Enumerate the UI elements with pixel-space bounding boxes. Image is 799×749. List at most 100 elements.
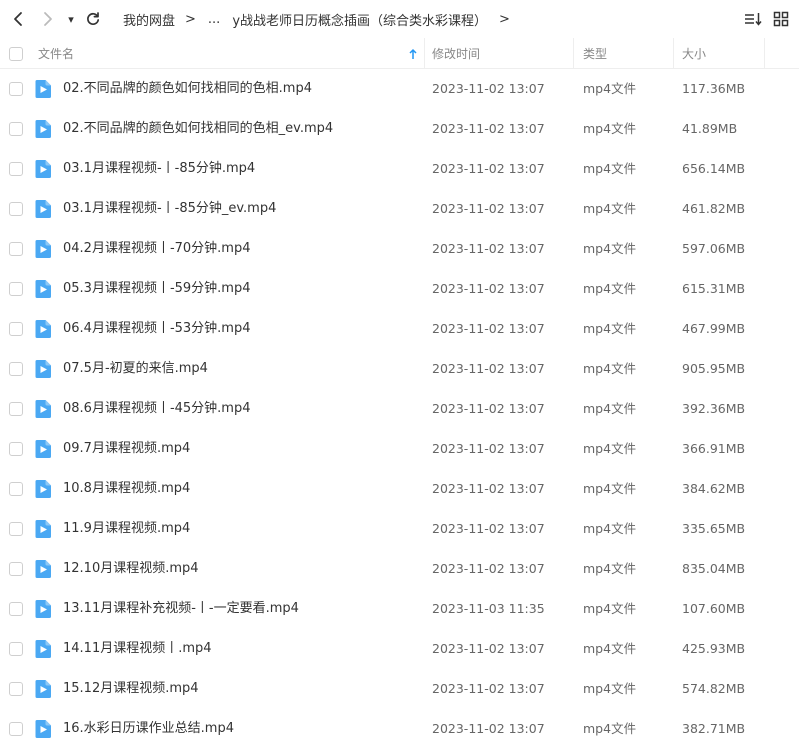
file-row[interactable]: 12.10月课程视频.mp4 2023-11-02 13:07 mp4文件 835.0…	[0, 549, 799, 589]
file-name[interactable]: 13.11月课程补充视频-丨-一定要看.mp4	[63, 589, 299, 629]
file-row[interactable]: 05.3月课程视频丨-59分钟.mp4 2023-11-02 13:07 mp4文件…	[0, 269, 799, 309]
breadcrumb: 我的网盘 > ... y战战老师日历概念插画（综合类水彩课程） >	[123, 0, 522, 38]
file-row[interactable]: 11.9月课程视频.mp4 2023-11-02 13:07 mp4文件 335.65…	[0, 509, 799, 549]
file-type: mp4文件	[583, 641, 637, 656]
file-name[interactable]: 08.6月课程视频丨-45分钟.mp4	[63, 389, 251, 429]
row-checkbox[interactable]	[9, 362, 23, 376]
file-name[interactable]: 03.1月课程视频-丨-85分钟.mp4	[63, 149, 255, 189]
file-size: 335.65MB	[682, 521, 746, 536]
file-row[interactable]: 09.7月课程视频.mp4 2023-11-02 13:07 mp4文件 366.91…	[0, 429, 799, 469]
video-file-icon	[35, 640, 51, 658]
column-divider[interactable]	[573, 38, 574, 69]
file-type: mp4文件	[583, 161, 637, 176]
sort-list-icon	[745, 13, 762, 26]
column-modified-label: 修改时间	[432, 47, 481, 61]
row-checkbox[interactable]	[9, 242, 23, 256]
row-checkbox[interactable]	[9, 722, 23, 736]
file-modified-time: 2023-11-02 13:07	[432, 481, 545, 496]
column-name-label: 文件名	[38, 47, 75, 61]
file-name[interactable]: 05.3月课程视频丨-59分钟.mp4	[63, 269, 251, 309]
column-divider[interactable]	[673, 38, 674, 69]
file-row[interactable]: 13.11月课程补充视频-丨-一定要看.mp4 2023-11-03 11:35 m…	[0, 589, 799, 629]
file-modified-time: 2023-11-02 13:07	[432, 281, 545, 296]
file-size: 656.14MB	[682, 161, 746, 176]
file-name[interactable]: 06.4月课程视频丨-53分钟.mp4	[63, 309, 251, 349]
breadcrumb-root[interactable]: 我的网盘	[123, 10, 175, 29]
file-modified-time: 2023-11-02 13:07	[432, 241, 545, 256]
file-type: mp4文件	[583, 481, 637, 496]
refresh-button[interactable]	[80, 6, 106, 32]
file-row[interactable]: 10.8月课程视频.mp4 2023-11-02 13:07 mp4文件 384.62…	[0, 469, 799, 509]
video-file-icon	[35, 80, 51, 98]
row-checkbox[interactable]	[9, 162, 23, 176]
row-checkbox[interactable]	[9, 442, 23, 456]
row-checkbox[interactable]	[9, 202, 23, 216]
row-checkbox[interactable]	[9, 82, 23, 96]
file-name[interactable]: 07.5月-初夏的来信.mp4	[63, 349, 208, 389]
column-size-label: 大小	[682, 47, 707, 61]
file-name[interactable]: 02.不同品牌的颜色如何找相同的色相_ev.mp4	[63, 109, 333, 149]
row-checkbox[interactable]	[9, 282, 23, 296]
file-row[interactable]: 02.不同品牌的颜色如何找相同的色相_ev.mp4 2023-11-02 13:0…	[0, 109, 799, 149]
file-row[interactable]: 15.12月课程视频.mp4 2023-11-02 13:07 mp4文件 574.8…	[0, 669, 799, 709]
file-size: 461.82MB	[682, 201, 746, 216]
file-row[interactable]: 03.1月课程视频-丨-85分钟.mp4 2023-11-02 13:07 mp4文…	[0, 149, 799, 189]
back-button[interactable]	[5, 6, 31, 32]
file-name[interactable]: 12.10月课程视频.mp4	[63, 549, 199, 589]
column-size[interactable]: 大小	[682, 38, 706, 69]
grid-view-button[interactable]	[768, 6, 794, 32]
forward-button[interactable]	[35, 6, 61, 32]
row-checkbox[interactable]	[9, 682, 23, 696]
breadcrumb-ellipsis[interactable]: ...	[208, 12, 220, 27]
row-checkbox[interactable]	[9, 562, 23, 576]
file-row[interactable]: 07.5月-初夏的来信.mp4 2023-11-02 13:07 mp4文件 905.…	[0, 349, 799, 389]
file-name[interactable]: 10.8月课程视频.mp4	[63, 469, 190, 509]
row-checkbox[interactable]	[9, 482, 23, 496]
file-name[interactable]: 11.9月课程视频.mp4	[63, 509, 190, 549]
file-type: mp4文件	[583, 681, 637, 696]
file-name[interactable]: 03.1月课程视频-丨-85分钟_ev.mp4	[63, 189, 276, 229]
row-checkbox[interactable]	[9, 522, 23, 536]
file-name[interactable]: 09.7月课程视频.mp4	[63, 429, 190, 469]
column-divider[interactable]	[424, 38, 425, 69]
video-file-icon	[35, 320, 51, 338]
file-modified-time: 2023-11-02 13:07	[432, 721, 545, 736]
row-checkbox[interactable]	[9, 322, 23, 336]
file-size: 597.06MB	[682, 241, 746, 256]
file-name[interactable]: 15.12月课程视频.mp4	[63, 669, 199, 709]
file-modified-time: 2023-11-03 11:35	[432, 601, 545, 616]
select-all-checkbox[interactable]	[9, 46, 23, 61]
row-checkbox[interactable]	[9, 122, 23, 136]
file-name[interactable]: 14.11月课程视频丨.mp4	[63, 629, 212, 669]
file-type: mp4文件	[583, 521, 637, 536]
file-name[interactable]: 02.不同品牌的颜色如何找相同的色相.mp4	[63, 69, 312, 109]
video-file-icon	[35, 680, 51, 698]
column-divider[interactable]	[764, 38, 765, 69]
breadcrumb-expand-icon[interactable]: >	[499, 12, 510, 27]
file-name[interactable]: 16.水彩日历课作业总结.mp4	[63, 709, 234, 749]
file-type: mp4文件	[583, 121, 637, 136]
chevron-right-icon	[44, 12, 52, 26]
row-checkbox[interactable]	[9, 602, 23, 616]
column-modified[interactable]: 修改时间	[432, 38, 480, 69]
file-row[interactable]: 06.4月课程视频丨-53分钟.mp4 2023-11-02 13:07 mp4文件…	[0, 309, 799, 349]
sort-button[interactable]	[740, 6, 766, 32]
refresh-icon	[87, 12, 100, 26]
file-type: mp4文件	[583, 441, 637, 456]
file-name[interactable]: 04.2月课程视频丨-70分钟.mp4	[63, 229, 251, 269]
history-dropdown-button[interactable]: ▾	[62, 6, 80, 32]
row-checkbox[interactable]	[9, 402, 23, 416]
file-row[interactable]: 14.11月课程视频丨.mp4 2023-11-02 13:07 mp4文件 425.…	[0, 629, 799, 669]
row-checkbox[interactable]	[9, 642, 23, 656]
file-row[interactable]: 04.2月课程视频丨-70分钟.mp4 2023-11-02 13:07 mp4文件…	[0, 229, 799, 269]
breadcrumb-current[interactable]: y战战老师日历概念插画（综合类水彩课程）	[232, 10, 487, 29]
file-row[interactable]: 08.6月课程视频丨-45分钟.mp4 2023-11-02 13:07 mp4文件…	[0, 389, 799, 429]
column-name[interactable]: 文件名	[38, 38, 422, 69]
chevron-left-icon	[14, 12, 22, 26]
file-row[interactable]: 03.1月课程视频-丨-85分钟_ev.mp4 2023-11-02 13:07 m…	[0, 189, 799, 229]
column-type[interactable]: 类型	[583, 38, 607, 69]
file-row[interactable]: 02.不同品牌的颜色如何找相同的色相.mp4 2023-11-02 13:07 mp…	[0, 69, 799, 109]
file-size: 41.89MB	[682, 121, 738, 136]
file-row[interactable]: 16.水彩日历课作业总结.mp4 2023-11-02 13:07 mp4文件 382…	[0, 709, 799, 749]
breadcrumb-separator-icon: >	[185, 11, 196, 27]
